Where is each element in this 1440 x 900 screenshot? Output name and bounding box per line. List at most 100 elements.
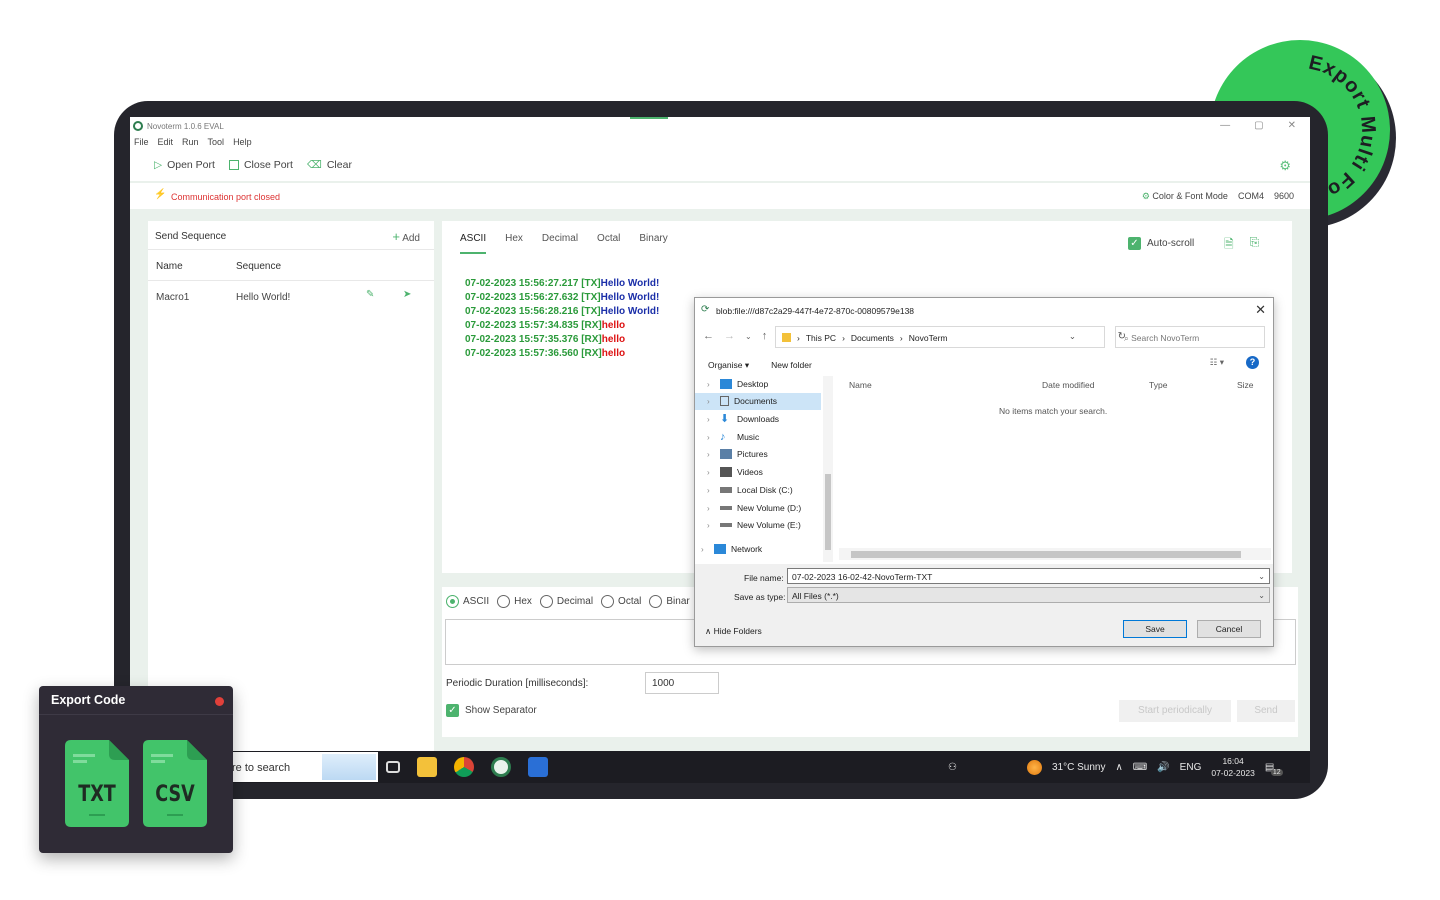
- file-list-scrollbar[interactable]: [839, 548, 1271, 560]
- log-line: 07-02-2023 15:56:28.216 [TX]Hello World!: [465, 306, 660, 317]
- chevron-down-icon[interactable]: ⌄: [1258, 572, 1265, 581]
- export-file-icon[interactable]: ⎘: [1250, 235, 1260, 256]
- col-date-modified[interactable]: Date modified: [1042, 380, 1094, 390]
- help-icon[interactable]: ?: [1246, 356, 1259, 369]
- breadcrumb-this-pc[interactable]: This PC: [806, 333, 836, 343]
- radio-octal[interactable]: Octal: [601, 595, 641, 608]
- close-dot-icon[interactable]: [215, 697, 224, 706]
- txt-file-icon[interactable]: TXT: [65, 740, 129, 827]
- close-icon[interactable]: ✕: [1288, 120, 1296, 131]
- dialog-command-bar: Organise ▾ New folder: [708, 360, 812, 371]
- tree-item-volume-e[interactable]: › New Volume (E:): [707, 517, 801, 533]
- radio-binary[interactable]: Binar: [649, 595, 690, 608]
- periodic-duration-input[interactable]: 1000: [645, 672, 719, 694]
- chevron-up-icon[interactable]: ∧: [1115, 762, 1122, 773]
- cancel-button[interactable]: Cancel: [1197, 620, 1261, 638]
- menu-edit[interactable]: Edit: [158, 137, 174, 147]
- scroll-thumb[interactable]: [851, 551, 1241, 558]
- tab-ascii[interactable]: ASCII: [460, 233, 487, 254]
- organise-menu[interactable]: Organise ▾: [708, 360, 749, 371]
- tree-label: New Volume (E:): [737, 520, 801, 530]
- people-icon[interactable]: ⚇: [948, 762, 957, 773]
- save-button[interactable]: Save: [1123, 620, 1187, 638]
- close-port-button[interactable]: Close Port: [228, 159, 293, 171]
- breadcrumb-documents[interactable]: Documents: [851, 333, 894, 343]
- send-button[interactable]: Send: [1237, 700, 1295, 722]
- up-arrow-icon[interactable]: ↑: [762, 330, 768, 342]
- tree-item-desktop[interactable]: › Desktop: [707, 376, 768, 392]
- tab-octal[interactable]: Octal: [597, 233, 620, 254]
- network-icon[interactable]: ⌨: [1133, 762, 1147, 773]
- file-explorer-icon[interactable]: [417, 757, 437, 777]
- chrome-icon[interactable]: [454, 757, 474, 777]
- receive-format-tabs: ASCII Hex Decimal Octal Binary: [460, 233, 668, 254]
- sequence-row[interactable]: Macro1 Hello World! ✎ ➤: [148, 281, 434, 313]
- clear-button[interactable]: ⌫ Clear: [307, 159, 352, 171]
- weather-text[interactable]: 31°C Sunny: [1052, 762, 1105, 773]
- tree-item-network[interactable]: › Network: [701, 541, 762, 557]
- radio-decimal[interactable]: Decimal: [539, 595, 594, 608]
- forward-arrow-icon[interactable]: →: [724, 330, 735, 342]
- col-name[interactable]: Name: [849, 380, 872, 390]
- view-options-icon[interactable]: ☷ ▾: [1210, 357, 1224, 368]
- volume-icon[interactable]: 🔊: [1157, 762, 1169, 773]
- language-label[interactable]: ENG: [1180, 762, 1202, 773]
- address-bar[interactable]: › This PC › Documents › NovoTerm ⌄ ↻: [775, 326, 1126, 348]
- save-as-type-select[interactable]: All Files (*.*) ⌄: [787, 587, 1270, 603]
- radio-ascii[interactable]: ASCII: [446, 595, 489, 608]
- open-port-button[interactable]: ▷ Open Port: [154, 159, 215, 171]
- task-view-icon[interactable]: [386, 761, 400, 773]
- close-port-label: Close Port: [243, 159, 293, 171]
- tree-item-local-disk[interactable]: › Local Disk (C:): [707, 482, 793, 498]
- menu-tool[interactable]: Tool: [208, 137, 225, 147]
- tab-hex[interactable]: Hex: [505, 233, 523, 254]
- novoterm-taskbar-icon[interactable]: [491, 757, 511, 777]
- breadcrumb-novoterm[interactable]: NovoTerm: [909, 333, 948, 343]
- menu-run[interactable]: Run: [182, 137, 199, 147]
- color-font-mode-button[interactable]: ⚙ Color & Font Mode: [1142, 191, 1228, 202]
- col-size[interactable]: Size: [1237, 380, 1254, 390]
- settings-gear-icon[interactable]: ⚙: [1279, 158, 1291, 174]
- tree-item-videos[interactable]: › Videos: [707, 464, 763, 480]
- menu-help[interactable]: Help: [233, 137, 252, 147]
- taskbar-search[interactable]: re to search: [232, 752, 378, 782]
- show-separator-toggle[interactable]: ✓ Show Separator: [446, 704, 537, 717]
- auto-scroll-toggle[interactable]: ✓ Auto-scroll: [1128, 237, 1194, 250]
- clock[interactable]: 16:04 07-02-2023: [1211, 755, 1254, 779]
- minimize-icon[interactable]: —: [1220, 120, 1230, 131]
- videos-icon: [720, 467, 732, 477]
- file-name-input[interactable]: 07-02-2023 16-02-42-NovoTerm-TXT ⌄: [787, 568, 1270, 584]
- notification-icon[interactable]: ▤ 12: [1265, 762, 1283, 776]
- document-icon[interactable]: 🗎: [1224, 235, 1234, 256]
- maximize-icon[interactable]: ▢: [1254, 120, 1263, 131]
- path-dropdown-icon[interactable]: ⌄: [1069, 331, 1076, 342]
- csv-file-icon[interactable]: CSV: [143, 740, 207, 827]
- tree-item-volume-d[interactable]: › New Volume (D:): [707, 500, 801, 516]
- tree-item-music[interactable]: › ♪ Music: [707, 429, 759, 445]
- send-arrow-icon[interactable]: ➤: [403, 289, 411, 300]
- radio-decimal-label: Decimal: [556, 596, 594, 608]
- periodic-duration-label: Periodic Duration [milliseconds]:: [446, 678, 589, 689]
- tree-item-downloads[interactable]: › ⬇ Downloads: [707, 411, 779, 427]
- edit-pencil-icon[interactable]: ✎: [366, 289, 374, 300]
- dialog-search-input[interactable]: ⌕ Search NovoTerm: [1115, 326, 1265, 348]
- tree-item-pictures[interactable]: › Pictures: [707, 446, 768, 462]
- tree-item-documents[interactable]: › Documents: [707, 393, 777, 409]
- add-sequence-button[interactable]: + Add: [392, 229, 420, 244]
- hide-folders-toggle[interactable]: ∧ Hide Folders: [705, 626, 762, 637]
- notification-count: 12: [1270, 768, 1283, 776]
- chevron-down-icon[interactable]: ⌄: [1258, 591, 1265, 600]
- tab-decimal[interactable]: Decimal: [542, 233, 578, 254]
- dialog-close-icon[interactable]: ✕: [1255, 302, 1266, 318]
- new-folder-button[interactable]: New folder: [771, 360, 812, 371]
- start-periodically-button[interactable]: Start periodically: [1119, 700, 1231, 722]
- recent-chevron-icon[interactable]: ⌄: [745, 332, 752, 342]
- menu-file[interactable]: File: [134, 137, 149, 147]
- txt-label: TXT: [78, 781, 116, 806]
- radio-hex[interactable]: Hex: [497, 595, 532, 608]
- back-arrow-icon[interactable]: ←: [703, 330, 714, 342]
- col-type[interactable]: Type: [1149, 380, 1167, 390]
- photos-icon[interactable]: [528, 757, 548, 777]
- tree-scroll-thumb[interactable]: [825, 474, 831, 550]
- tab-binary[interactable]: Binary: [639, 233, 667, 254]
